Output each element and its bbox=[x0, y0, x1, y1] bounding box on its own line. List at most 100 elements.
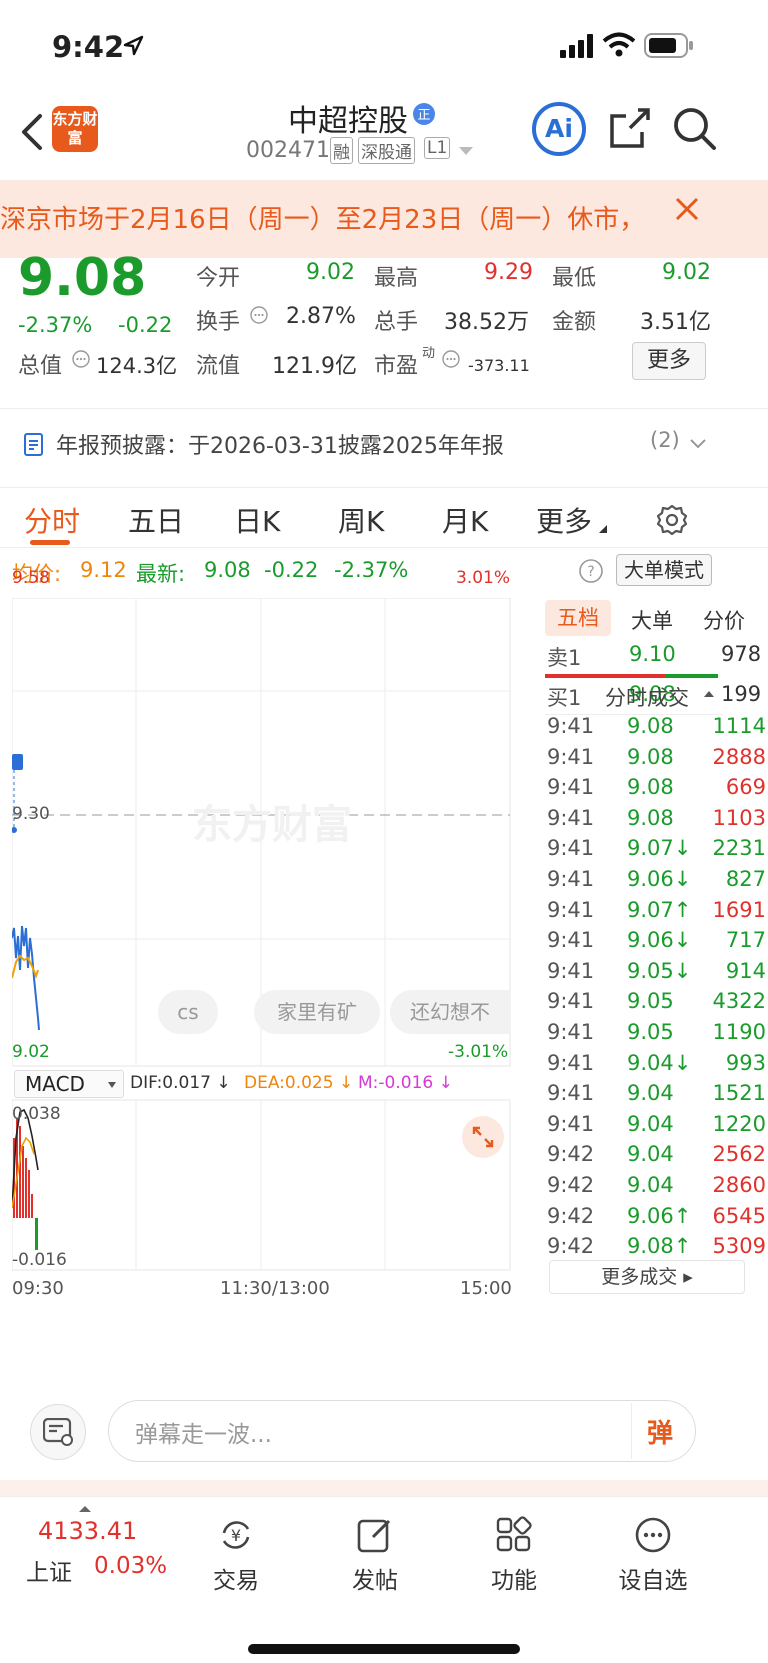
svg-text:¥: ¥ bbox=[231, 1526, 241, 1545]
tick-row: 9:41 9.05 4322 bbox=[545, 987, 768, 1019]
change-amount: -0.22 bbox=[118, 313, 173, 337]
edit-icon bbox=[357, 1519, 391, 1553]
tick-row: 9:41 9.04↓ 993 bbox=[545, 1049, 768, 1081]
expand-icon bbox=[472, 1126, 494, 1148]
tick-price: 9.04↓ bbox=[627, 1050, 692, 1075]
latest-percent: -2.37% bbox=[334, 558, 409, 582]
stock-header: 东方财富 中超控股 正 002471 融 深股通 L1 Ai bbox=[0, 96, 768, 180]
more-quote-button[interactable]: 更多 bbox=[632, 342, 706, 380]
amount-label: 金额 bbox=[552, 310, 597, 335]
tick-row: 9:42 9.06↑ 6545 bbox=[545, 1202, 768, 1234]
ask-bid-ratio-red bbox=[545, 674, 665, 678]
tick-volume: 2860 bbox=[712, 1173, 766, 1197]
tab-week-k[interactable]: 周K bbox=[338, 500, 384, 540]
caret-up-icon[interactable] bbox=[78, 1505, 92, 1513]
tag-level: L1 bbox=[424, 137, 451, 159]
expand-chart-button[interactable] bbox=[462, 1116, 504, 1158]
tick-time: 9:41 bbox=[547, 867, 595, 891]
time-axis-mid: 11:30/13:00 bbox=[220, 1278, 330, 1299]
intraday-chart[interactable]: 东方财富 9.58 3.01% 9.30 9.02 -3.01% cs 家里有矿… bbox=[12, 568, 542, 1380]
post-button[interactable]: 发帖 bbox=[320, 1515, 430, 1595]
ask-volume: 978 bbox=[721, 642, 762, 666]
ask-price: 9.10 bbox=[629, 642, 676, 666]
stock-name: 中超控股 bbox=[288, 104, 408, 139]
chart-canvas: 东方财富 bbox=[12, 598, 511, 1271]
caret-up-icon[interactable] bbox=[703, 690, 715, 698]
tick-row: 9:42 9.04 2562 bbox=[545, 1140, 768, 1172]
search-icon[interactable] bbox=[672, 106, 718, 152]
tick-time: 9:41 bbox=[547, 714, 595, 738]
market-cap-label: 总值 bbox=[18, 354, 63, 379]
danmu-chip[interactable]: 还幻想不 bbox=[390, 990, 510, 1034]
ai-button[interactable]: Ai bbox=[532, 102, 586, 156]
tick-price: 9.06↓ bbox=[627, 928, 692, 953]
caret-down-icon bbox=[108, 1082, 116, 1088]
tick-volume: 1691 bbox=[712, 897, 766, 922]
tab-price-dist[interactable]: 分价 bbox=[703, 605, 745, 635]
price-axis-top: 9.58 bbox=[12, 568, 50, 588]
grid-icon bbox=[496, 1516, 532, 1552]
tick-volume: 5309 bbox=[712, 1234, 766, 1259]
danmu-send-button[interactable]: 弹 bbox=[647, 1413, 673, 1450]
tick-price: 9.06↓ bbox=[627, 867, 692, 891]
big-order-mode-button[interactable]: 大单模式 bbox=[616, 554, 712, 586]
macd-axis-bottom: -0.016 bbox=[12, 1250, 67, 1270]
amount-value: 3.51亿 bbox=[640, 310, 711, 335]
avg-value: 9.12 bbox=[80, 558, 127, 582]
tick-volume: 914 bbox=[725, 958, 766, 983]
tick-price: 9.08 bbox=[627, 775, 674, 800]
tab-month-k[interactable]: 月K bbox=[442, 500, 488, 540]
tab-day-k[interactable]: 日K bbox=[234, 500, 280, 540]
tick-time: 9:42 bbox=[547, 1173, 595, 1197]
m-value: M:-0.016 ↓ bbox=[358, 1073, 453, 1093]
tick-price: 9.08↑ bbox=[627, 1234, 692, 1259]
tab-more[interactable]: 更多 bbox=[536, 500, 592, 540]
caret-down-icon[interactable] bbox=[458, 146, 474, 156]
danmu-input[interactable]: 弹幕走一波... 弹 bbox=[108, 1400, 696, 1462]
help-icon[interactable]: ? bbox=[578, 558, 604, 584]
tick-volume: 2562 bbox=[712, 1142, 766, 1167]
functions-button[interactable]: 功能 bbox=[459, 1515, 569, 1595]
more-ticks-label: 更多成交 bbox=[601, 1266, 678, 1288]
tick-time: 9:41 bbox=[547, 1111, 595, 1136]
info-dots-icon[interactable] bbox=[250, 306, 268, 324]
danmu-settings-button[interactable] bbox=[30, 1404, 86, 1460]
trade-icon: ¥ bbox=[222, 1521, 250, 1549]
report-notice[interactable]: 年报预披露：于2026-03-31披露2025年年报 (2) bbox=[0, 408, 768, 488]
post-label: 发帖 bbox=[352, 1568, 398, 1594]
info-dots-icon[interactable] bbox=[442, 350, 460, 368]
gear-icon[interactable] bbox=[656, 504, 688, 536]
index-value[interactable]: 4133.41 bbox=[38, 1517, 137, 1545]
danmu-placeholder: 弹幕走一波... bbox=[135, 1422, 272, 1448]
status-time: 9:42 bbox=[52, 30, 125, 64]
tick-row: 9:41 9.04 1521 bbox=[545, 1079, 768, 1111]
high-value: 9.29 bbox=[484, 260, 533, 285]
tab-big-order[interactable]: 大单 bbox=[631, 605, 673, 635]
info-dots-icon[interactable] bbox=[72, 350, 90, 368]
share-icon[interactable] bbox=[608, 106, 652, 150]
trade-button[interactable]: ¥ 交易 bbox=[181, 1515, 291, 1595]
tick-volume: 1114 bbox=[712, 714, 766, 738]
caret-icon bbox=[599, 525, 607, 533]
tab-five-day[interactable]: 五日 bbox=[128, 500, 184, 540]
close-icon[interactable] bbox=[674, 196, 700, 222]
more-ticks-button[interactable]: 更多成交 ▸ bbox=[549, 1260, 745, 1294]
add-watchlist-label: 设自选 bbox=[618, 1568, 688, 1594]
tab-five-level[interactable]: 五档 bbox=[545, 600, 611, 636]
danmu-chip[interactable]: 家里有矿 bbox=[254, 990, 380, 1034]
tick-time: 9:42 bbox=[547, 1234, 595, 1259]
tab-intraday[interactable]: 分时 bbox=[24, 500, 80, 540]
notice-text: 深京市场于2月16日（周一）至2月23日（周一）休市， bbox=[0, 205, 640, 235]
tick-price: 9.08 bbox=[627, 744, 674, 769]
add-watchlist-button[interactable]: 设自选 bbox=[598, 1515, 708, 1595]
report-text: 年报预披露：于2026-03-31披露2025年年报 bbox=[56, 434, 504, 459]
danmu-chip[interactable]: cs bbox=[158, 990, 218, 1034]
tick-row: 9:41 9.05↓ 914 bbox=[545, 957, 768, 989]
high-label: 最高 bbox=[374, 266, 419, 291]
back-arrow-icon[interactable] bbox=[16, 112, 46, 152]
tick-price: 9.07↑ bbox=[627, 897, 692, 922]
index-name[interactable]: 上证 bbox=[26, 1553, 72, 1587]
ask-bid-ratio-green bbox=[665, 674, 718, 678]
indicator-select[interactable]: MACD bbox=[14, 1070, 124, 1098]
index-percent[interactable]: 0.03% bbox=[94, 1553, 167, 1579]
